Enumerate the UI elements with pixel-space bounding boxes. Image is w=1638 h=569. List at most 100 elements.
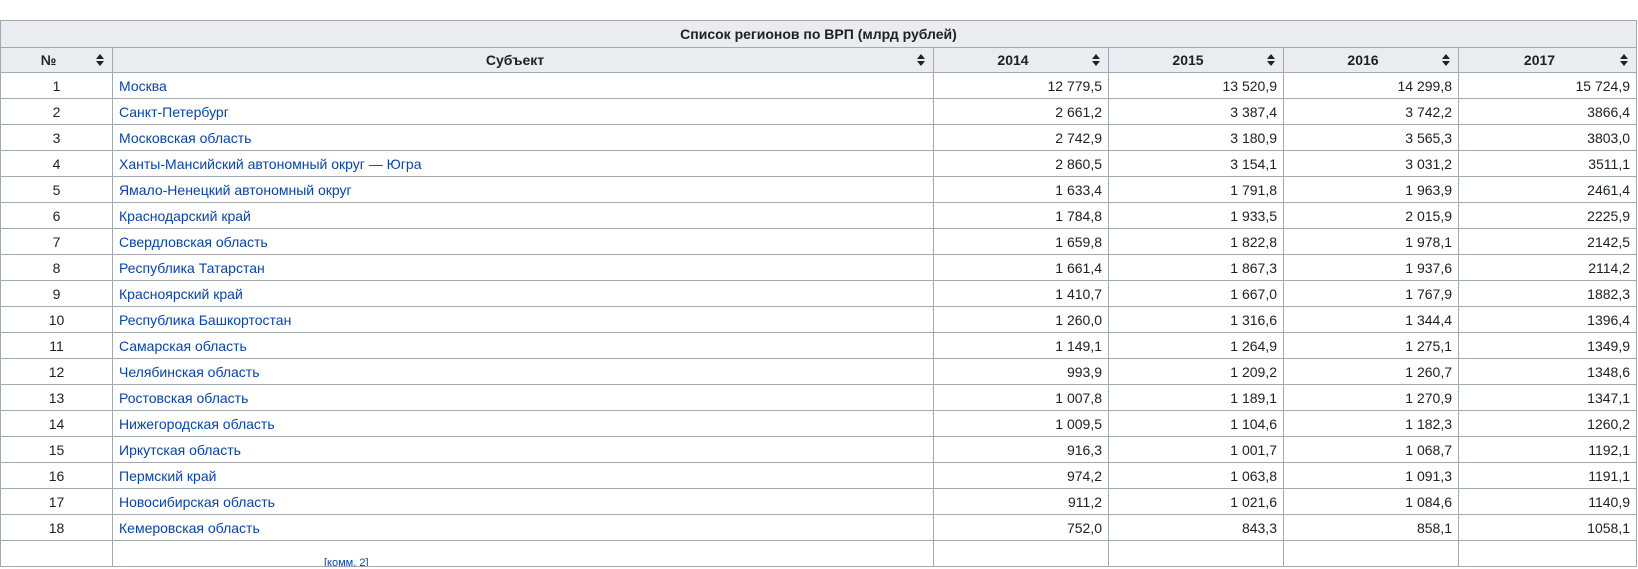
region-link[interactable]: Свердловская область <box>119 234 268 250</box>
cell-value-2014: 1 659,8 <box>933 228 1109 255</box>
cell-rank: 15 <box>0 436 113 463</box>
cell-value-2014: 1 633,4 <box>933 176 1109 203</box>
region-link[interactable]: Нижегородская область <box>119 416 275 432</box>
cell-subject: Республика Башкортостан <box>112 306 934 333</box>
table-row: 7 Свердловская область 1 659,8 1 822,8 1 978… <box>0 228 1637 255</box>
sort-icon[interactable] <box>917 54 925 66</box>
table-row: 12 Челябинская область 993,9 1 209,2 1 260,7… <box>0 358 1637 385</box>
region-link[interactable]: Пермский край <box>119 468 216 484</box>
cell-subject: Краснодарский край <box>112 202 934 229</box>
table-row: 18 Кемеровская область 752,0 843,3 858,1 1058… <box>0 514 1637 541</box>
cell-rank: 14 <box>0 410 113 437</box>
cell-subject: Свердловская область <box>112 228 934 255</box>
cell-subject: Ханты-Мансийский автономный округ — Югра <box>112 150 934 177</box>
sort-arrows-icon <box>1442 54 1450 66</box>
sort-icon[interactable] <box>1442 54 1450 66</box>
table-row: 17 Новосибирская область 911,2 1 021,6 1 084… <box>0 488 1637 515</box>
region-link[interactable]: Республика Татарстан <box>119 260 265 276</box>
cell-value-2016: 1 937,6 <box>1283 254 1459 281</box>
region-link[interactable]: Иркутская область <box>119 442 241 458</box>
cell-value-2017: 3866,4 <box>1458 98 1637 125</box>
region-link[interactable]: Московская область <box>119 130 251 146</box>
footnote-link[interactable]: [комм. 2] <box>324 557 369 566</box>
cell-value-2016: 1 275,1 <box>1283 332 1459 359</box>
table-caption: Список регионов по ВРП (млрд рублей) <box>0 20 1637 47</box>
region-link[interactable]: Краснодарский край <box>119 208 251 224</box>
column-header-2015[interactable]: 2015 <box>1108 47 1284 73</box>
sort-icon[interactable] <box>1092 54 1100 66</box>
region-link[interactable]: Ямало-Ненецкий автономный округ <box>119 182 352 198</box>
cell-value-2014: 974,2 <box>933 462 1109 489</box>
cell-value-2014: 1 784,8 <box>933 202 1109 229</box>
partial-cell <box>933 540 1109 567</box>
cell-value-2015: 1 209,2 <box>1108 358 1284 385</box>
column-header-2016[interactable]: 2016 <box>1283 47 1459 73</box>
region-link[interactable]: Ханты-Мансийский автономный округ — Югра <box>119 156 421 172</box>
cell-value-2014: 1 009,5 <box>933 410 1109 437</box>
cell-value-2016: 1 767,9 <box>1283 280 1459 307</box>
cell-value-2017: 1348,6 <box>1458 358 1637 385</box>
cell-rank: 16 <box>0 462 113 489</box>
cell-value-2015: 3 387,4 <box>1108 98 1284 125</box>
cell-value-2015: 1 933,5 <box>1108 202 1284 229</box>
region-link[interactable]: Красноярский край <box>119 286 243 302</box>
region-link[interactable]: Кемеровская область <box>119 520 260 536</box>
column-header-2014[interactable]: 2014 <box>933 47 1109 73</box>
cell-subject: Красноярский край <box>112 280 934 307</box>
column-header-label: № <box>40 52 57 68</box>
table-row: 14 Нижегородская область 1 009,5 1 104,6 1 1… <box>0 410 1637 437</box>
table-row: 4 Ханты-Мансийский автономный округ — Югр… <box>0 150 1637 177</box>
cell-value-2017: 1396,4 <box>1458 306 1637 333</box>
partial-cell <box>1283 540 1459 567</box>
cell-value-2016: 14 299,8 <box>1283 72 1459 99</box>
cell-subject: Иркутская область <box>112 436 934 463</box>
sort-arrows-icon <box>1092 54 1100 66</box>
cell-value-2017: 2142,5 <box>1458 228 1637 255</box>
region-link[interactable]: Новосибирская область <box>119 494 275 510</box>
cell-value-2015: 1 189,1 <box>1108 384 1284 411</box>
cell-value-2016: 3 031,2 <box>1283 150 1459 177</box>
table-row: 8 Республика Татарстан 1 661,4 1 867,3 1 937… <box>0 254 1637 281</box>
cell-value-2017: 15 724,9 <box>1458 72 1637 99</box>
cell-rank: 1 <box>0 72 113 99</box>
partial-cell <box>1458 540 1637 567</box>
cell-value-2017: 2114,2 <box>1458 254 1637 281</box>
cell-rank: 8 <box>0 254 113 281</box>
region-link[interactable]: Москва <box>119 78 167 94</box>
region-link[interactable]: Республика Башкортостан <box>119 312 291 328</box>
cell-value-2014: 1 007,8 <box>933 384 1109 411</box>
cell-subject: Самарская область <box>112 332 934 359</box>
region-link[interactable]: Самарская область <box>119 338 247 354</box>
cell-value-2016: 858,1 <box>1283 514 1459 541</box>
column-header-num[interactable]: № <box>0 47 113 73</box>
cell-value-2016: 1 270,9 <box>1283 384 1459 411</box>
cell-value-2014: 916,3 <box>933 436 1109 463</box>
sort-icon[interactable] <box>1267 54 1275 66</box>
column-header-2017[interactable]: 2017 <box>1458 47 1637 73</box>
partial-cell <box>1108 540 1284 567</box>
column-header-label: 2017 <box>1523 52 1556 68</box>
header-row: № Субъект 2014 2015 2016 2017 <box>0 47 1637 73</box>
cell-value-2015: 1 104,6 <box>1108 410 1284 437</box>
region-link[interactable]: Ростовская область <box>119 390 248 406</box>
table-body: 1 Москва 12 779,5 13 520,9 14 299,8 15 724,9 2… <box>0 72 1637 567</box>
cell-value-2015: 1 063,8 <box>1108 462 1284 489</box>
cell-value-2014: 1 410,7 <box>933 280 1109 307</box>
table-row: 10 Республика Башкортостан 1 260,0 1 316,6 1… <box>0 306 1637 333</box>
sort-icon[interactable] <box>1620 54 1628 66</box>
sort-icon[interactable] <box>96 54 104 66</box>
cell-value-2014: 2 661,2 <box>933 98 1109 125</box>
table-row: 3 Московская область 2 742,9 3 180,9 3 565,3… <box>0 124 1637 151</box>
column-header-subject[interactable]: Субъект <box>112 47 934 73</box>
sort-arrows-icon <box>96 54 104 66</box>
table-row: 16 Пермский край 974,2 1 063,8 1 091,3 1191,1 <box>0 462 1637 489</box>
cell-value-2014: 752,0 <box>933 514 1109 541</box>
region-link[interactable]: Санкт-Петербург <box>119 104 229 120</box>
region-link[interactable]: Челябинская область <box>119 364 260 380</box>
cell-value-2016: 1 963,9 <box>1283 176 1459 203</box>
cell-value-2016: 2 015,9 <box>1283 202 1459 229</box>
cell-value-2017: 1260,2 <box>1458 410 1637 437</box>
table-row: 9 Красноярский край 1 410,7 1 667,0 1 767,9 1… <box>0 280 1637 307</box>
cell-value-2016: 1 068,7 <box>1283 436 1459 463</box>
gdp-regions-table: Список регионов по ВРП (млрд рублей) № С… <box>0 20 1637 567</box>
